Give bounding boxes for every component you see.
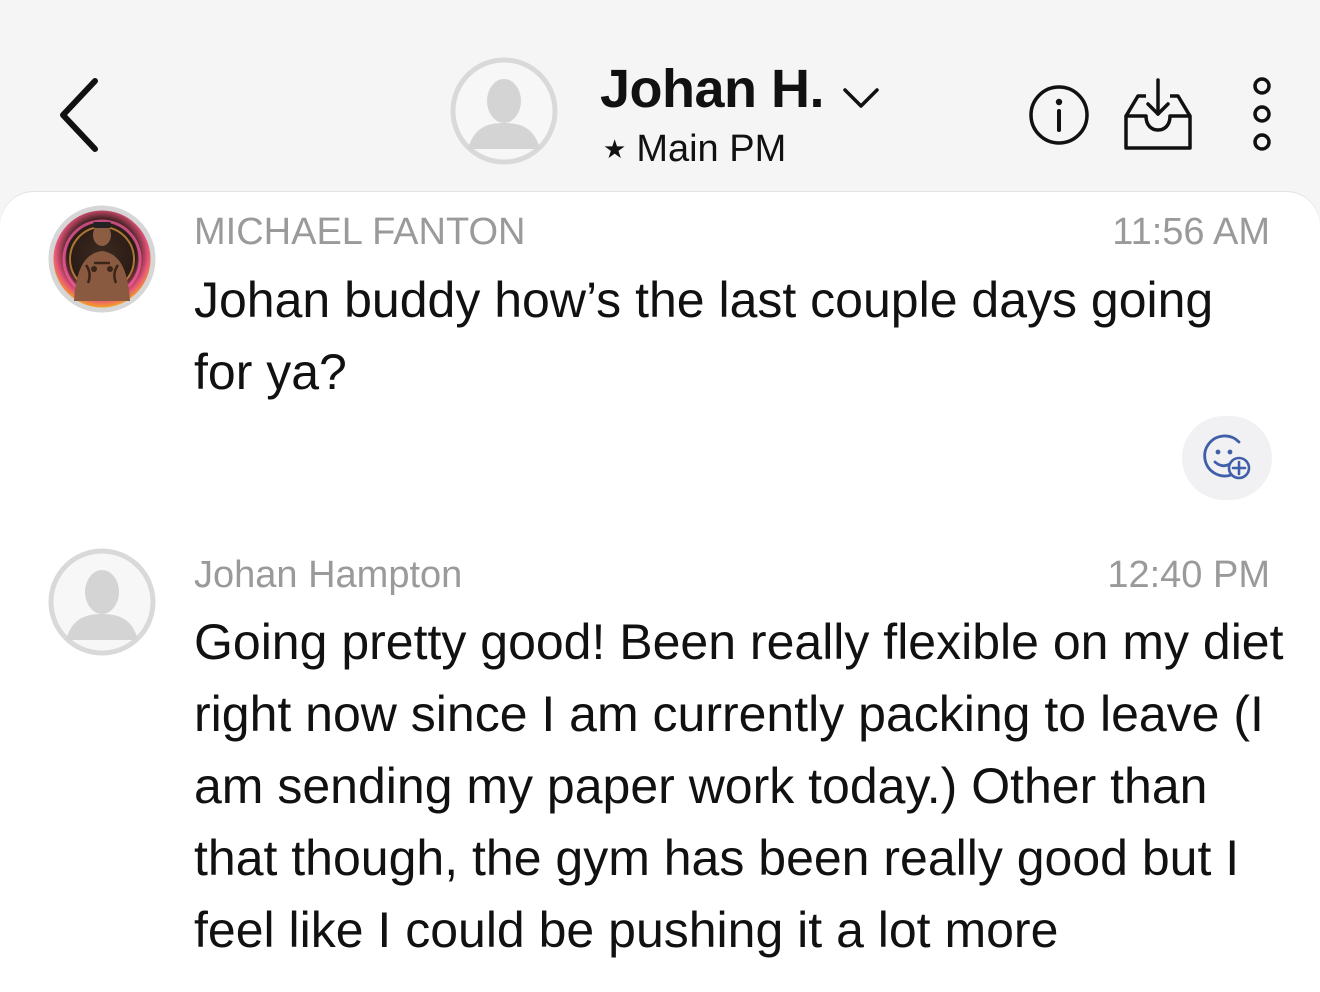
message-text: Going pretty good! Been really flexible … [194,614,1284,958]
chevron-down-icon [843,88,879,108]
sender-avatar[interactable] [48,205,156,313]
contact-avatar[interactable] [450,57,558,165]
back-button[interactable] [44,70,114,160]
contact-name: Johan H. [600,59,825,119]
message-timestamp: 11:56 AM [1112,211,1270,253]
conversation-header: Johan H. ★ Main PM [0,0,1320,200]
channel-name: Main PM [636,128,787,170]
add-reaction-icon [1203,434,1251,480]
info-icon [1029,85,1089,145]
more-vertical-icon [1253,77,1271,151]
back-chevron-icon [60,78,98,152]
sender-avatar[interactable] [48,548,156,656]
default-avatar-icon [48,548,156,656]
message-timestamp: 12:40 PM [1107,554,1270,596]
message-list[interactable]: MICHAEL FANTON 11:56 AM Johan buddy how’… [0,192,1320,992]
star-icon: ★ [603,134,627,164]
info-button[interactable] [1026,82,1092,148]
inbox-download-icon [1124,78,1192,150]
message-sender: MICHAEL FANTON [194,211,526,253]
add-reaction-button[interactable] [1182,416,1272,500]
default-avatar-icon [450,57,558,165]
message-sender: Johan Hampton [194,554,463,596]
channel-label: ★ Main PM [603,128,786,171]
contact-name-dropdown[interactable]: Johan H. [600,58,880,120]
message-text: Johan buddy how’s the last couple days g… [194,272,1214,400]
inbox-button[interactable] [1116,72,1200,156]
more-options-button[interactable] [1240,72,1284,156]
profile-photo-icon [48,205,156,313]
